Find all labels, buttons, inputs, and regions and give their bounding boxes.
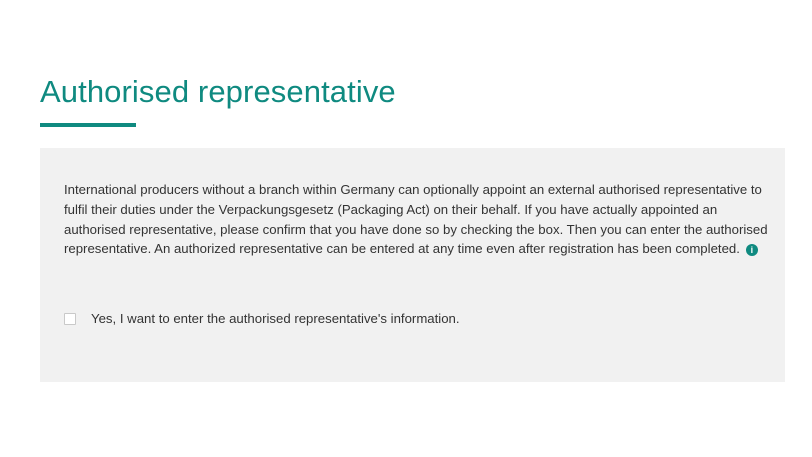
title-underline <box>40 123 136 127</box>
authorised-representative-checkbox[interactable] <box>64 312 76 325</box>
description-body: International producers without a branch… <box>64 182 768 257</box>
authorised-representative-section: Authorised representative International … <box>0 0 812 457</box>
authorised-representative-option[interactable]: Yes, I want to enter the authorised repr… <box>64 311 460 326</box>
section-title: Authorised representative <box>40 74 396 109</box>
info-icon[interactable]: i <box>745 244 758 257</box>
description-text: International producers without a branch… <box>64 180 774 259</box>
info-panel: International producers without a branch… <box>40 148 785 382</box>
checkbox-label[interactable]: Yes, I want to enter the authorised repr… <box>91 311 460 326</box>
